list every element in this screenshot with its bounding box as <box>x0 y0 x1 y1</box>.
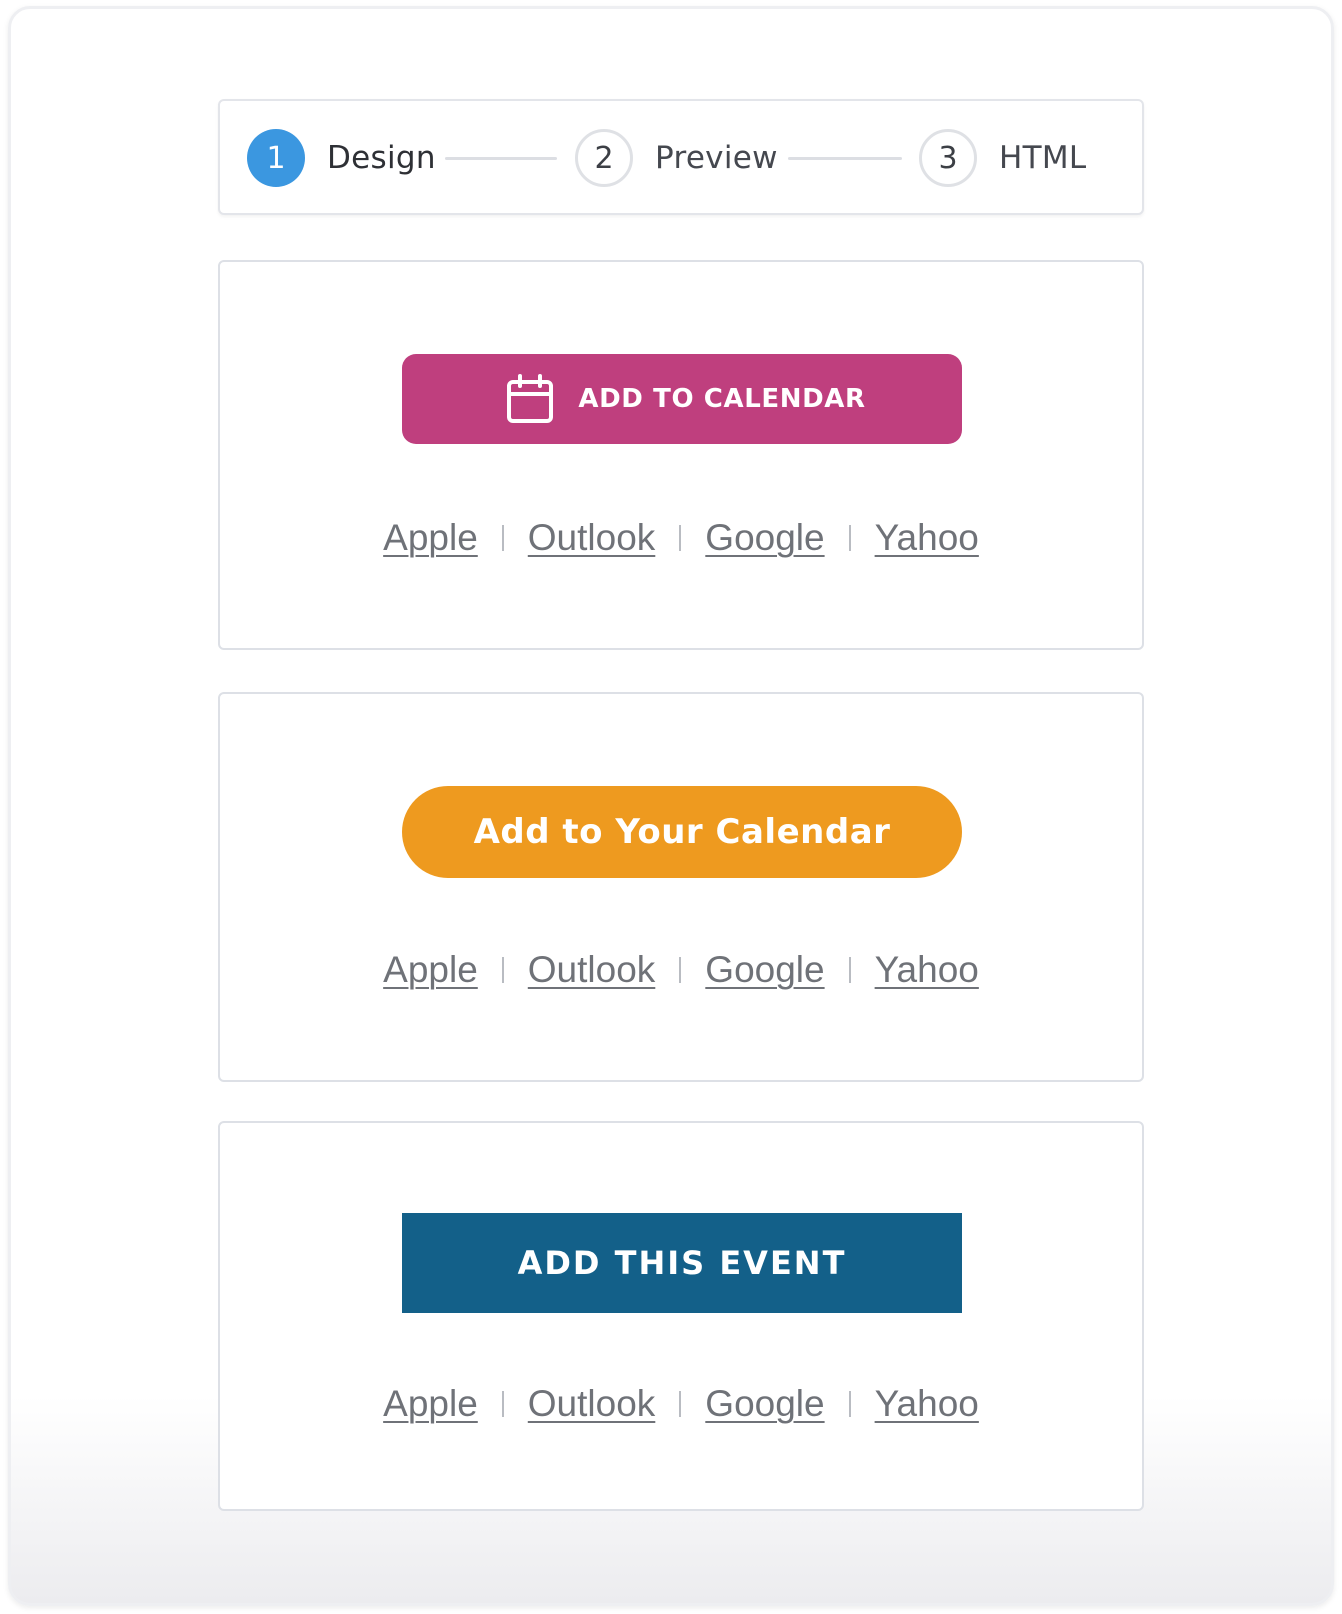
step-preview[interactable]: 2 Preview <box>575 128 778 188</box>
step-html[interactable]: 3 HTML <box>919 128 1086 188</box>
link-divider <box>679 1391 682 1417</box>
button-style-card-3: ADD THIS EVENT Apple Outlook Google Yaho… <box>218 1121 1144 1511</box>
step-label: Preview <box>655 140 778 176</box>
google-link[interactable]: Google <box>705 517 824 559</box>
add-to-calendar-button[interactable]: ADD TO CALENDAR <box>402 354 962 444</box>
outlook-link[interactable]: Outlook <box>528 1383 656 1425</box>
link-divider <box>501 525 504 551</box>
step-label: HTML <box>999 140 1087 176</box>
calendar-links: Apple Outlook Google Yahoo <box>220 517 1142 559</box>
apple-link[interactable]: Apple <box>383 949 478 991</box>
link-divider <box>848 1391 851 1417</box>
add-this-event-button[interactable]: ADD THIS EVENT <box>402 1213 962 1313</box>
calendar-links: Apple Outlook Google Yahoo <box>220 1383 1142 1425</box>
yahoo-link[interactable]: Yahoo <box>875 1383 979 1425</box>
add-to-your-calendar-button[interactable]: Add to Your Calendar <box>402 786 962 878</box>
step-design[interactable]: 1 Design <box>247 128 436 188</box>
link-divider <box>679 957 682 983</box>
button-label: ADD TO CALENDAR <box>578 384 866 414</box>
screenshot-frame: 1 Design 2 Preview 3 HTML ADD TO CALENDA… <box>8 6 1334 1606</box>
link-divider <box>501 1391 504 1417</box>
link-divider <box>679 525 682 551</box>
link-divider <box>501 957 504 983</box>
google-link[interactable]: Google <box>705 1383 824 1425</box>
outlook-link[interactable]: Outlook <box>528 949 656 991</box>
button-label: ADD THIS EVENT <box>517 1244 847 1282</box>
step-number: 2 <box>575 129 633 187</box>
button-style-card-1: ADD TO CALENDAR Apple Outlook Google Yah… <box>218 260 1144 650</box>
link-divider <box>848 525 851 551</box>
calendar-icon <box>506 374 554 424</box>
step-number: 3 <box>919 129 977 187</box>
step-connector <box>445 157 557 160</box>
yahoo-link[interactable]: Yahoo <box>875 517 979 559</box>
calendar-links: Apple Outlook Google Yahoo <box>220 949 1142 991</box>
apple-link[interactable]: Apple <box>383 517 478 559</box>
step-number: 1 <box>247 129 305 187</box>
stepper: 1 Design 2 Preview 3 HTML <box>218 99 1144 215</box>
step-label: Design <box>327 140 436 176</box>
button-style-card-2: Add to Your Calendar Apple Outlook Googl… <box>218 692 1144 1082</box>
link-divider <box>848 957 851 983</box>
yahoo-link[interactable]: Yahoo <box>875 949 979 991</box>
step-connector <box>788 157 902 160</box>
outlook-link[interactable]: Outlook <box>528 517 656 559</box>
apple-link[interactable]: Apple <box>383 1383 478 1425</box>
google-link[interactable]: Google <box>705 949 824 991</box>
button-label: Add to Your Calendar <box>473 812 891 852</box>
